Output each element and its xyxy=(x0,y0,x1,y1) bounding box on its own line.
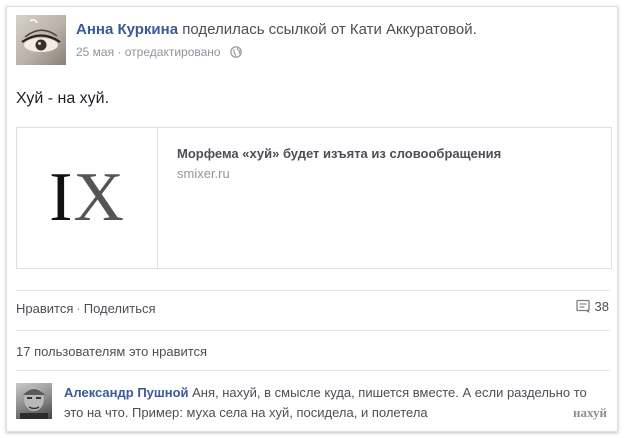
comment-author-link[interactable]: Александр Пушной xyxy=(64,385,189,400)
like-button[interactable]: Нравится xyxy=(16,301,73,316)
thumbnail-logo: IX xyxy=(49,159,125,236)
divider xyxy=(16,330,610,331)
comment-count: 38 xyxy=(594,299,609,314)
post-meta: 25 мая · отредактировано xyxy=(76,45,242,59)
commenter-avatar[interactable] xyxy=(16,383,52,419)
comment-icon xyxy=(575,299,590,313)
link-thumbnail[interactable]: IX xyxy=(17,128,158,268)
divider xyxy=(16,370,610,371)
comments-counter[interactable]: 38 xyxy=(575,299,609,314)
avatar-eye-image xyxy=(21,19,61,52)
shared-link-preview[interactable]: IX Морфема «хуй» будет изъята из словооб… xyxy=(16,127,612,269)
post-date-link[interactable]: 25 мая xyxy=(76,45,114,59)
author-avatar[interactable] xyxy=(16,15,66,65)
post-header: Анна Куркина поделилась ссылкой от Кати … xyxy=(76,21,606,38)
action-separator: · xyxy=(76,301,81,316)
likes-summary[interactable]: 17 пользователям это нравится xyxy=(16,344,207,359)
link-domain: smixer.ru xyxy=(177,166,230,181)
comment-body: Александр Пушной Аня, нахуй, в смысле ку… xyxy=(64,383,609,423)
divider xyxy=(16,290,610,291)
share-button[interactable]: Поделиться xyxy=(84,301,156,316)
globe-icon[interactable] xyxy=(230,46,242,58)
post-actions: Нравится · Поделиться xyxy=(16,301,156,316)
post-author-link[interactable]: Анна Куркина xyxy=(76,21,178,38)
shared-from-text: поделилась ссылкой от Кати Аккуратовой. xyxy=(178,21,477,38)
watermark: нахуй xyxy=(573,405,607,420)
post-message: Хуй - на хуй. xyxy=(16,90,110,107)
edited-label[interactable]: · отредактировано xyxy=(114,45,220,59)
facebook-post-card: Анна Куркина поделилась ссылкой от Кати … xyxy=(6,6,618,432)
commenter-face-image xyxy=(20,387,48,419)
link-title[interactable]: Морфема «хуй» будет изъята из словообращ… xyxy=(177,146,501,161)
